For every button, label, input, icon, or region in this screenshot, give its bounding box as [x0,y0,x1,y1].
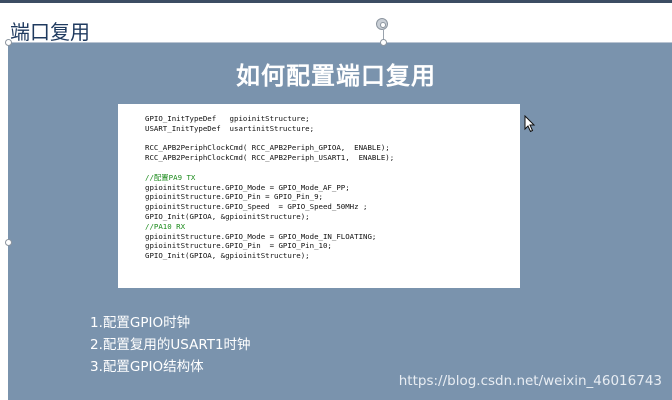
code-comment: //PA10 RX [145,221,186,231]
bullet-item: 3.配置GPIO结构体 [90,359,204,375]
watermark-url: https://blog.csdn.net/weixin_46016743 [398,373,662,389]
code-line: gpioinitStructure.GPIO_Pin = GPIO_Pin_10… [145,241,332,251]
code-line: gpioinitStructure.GPIO_Mode = GPIO_Mode_… [145,231,377,241]
move-cursor-icon [524,115,536,133]
resize-handle-top-left[interactable] [5,39,12,46]
code-line: GPIO_Init(GPIOA, &gpioinitStructure); [145,251,310,261]
code-line: gpioinitStructure.GPIO_Mode = GPIO_Mode_… [145,182,350,192]
bullet-list: 1.配置GPIO时钟 2.配置复用的USART1时钟 3.配置GPIO结构体 [90,312,251,378]
code-line: gpioinitStructure.GPIO_Speed = GPIO_Spee… [145,202,368,212]
rotate-handle-icon[interactable] [376,18,388,30]
code-line: USART_InitTypeDef usartinitStructure; [145,123,315,133]
top-border [0,0,672,3]
code-line: GPIO_InitTypeDef gpioinitStructure; [145,114,310,123]
bullet-item: 2.配置复用的USART1时钟 [90,337,251,353]
code-line: RCC_APB2PeriphClockCmd( RCC_APB2Periph_G… [145,143,390,153]
slide-title: 如何配置端口复用 [236,62,436,90]
code-line: gpioinitStructure.GPIO_Pin = GPIO_Pin_9; [145,192,323,202]
code-snippet-image: GPIO_InitTypeDef gpioinitStructure; USAR… [118,104,520,288]
bullet-item: 1.配置GPIO时钟 [90,315,191,331]
code-comment: //配置PA9 TX [145,172,196,182]
page-heading: 端口复用 [10,20,90,44]
code-line: GPIO_Init(GPIOA, &gpioinitStructure); [145,211,310,221]
code-line: RCC_APB2PeriphClockCmd( RCC_APB2Periph_U… [145,153,395,163]
resize-handle-middle-left[interactable] [5,239,12,246]
resize-handle-top-center[interactable] [380,39,387,46]
